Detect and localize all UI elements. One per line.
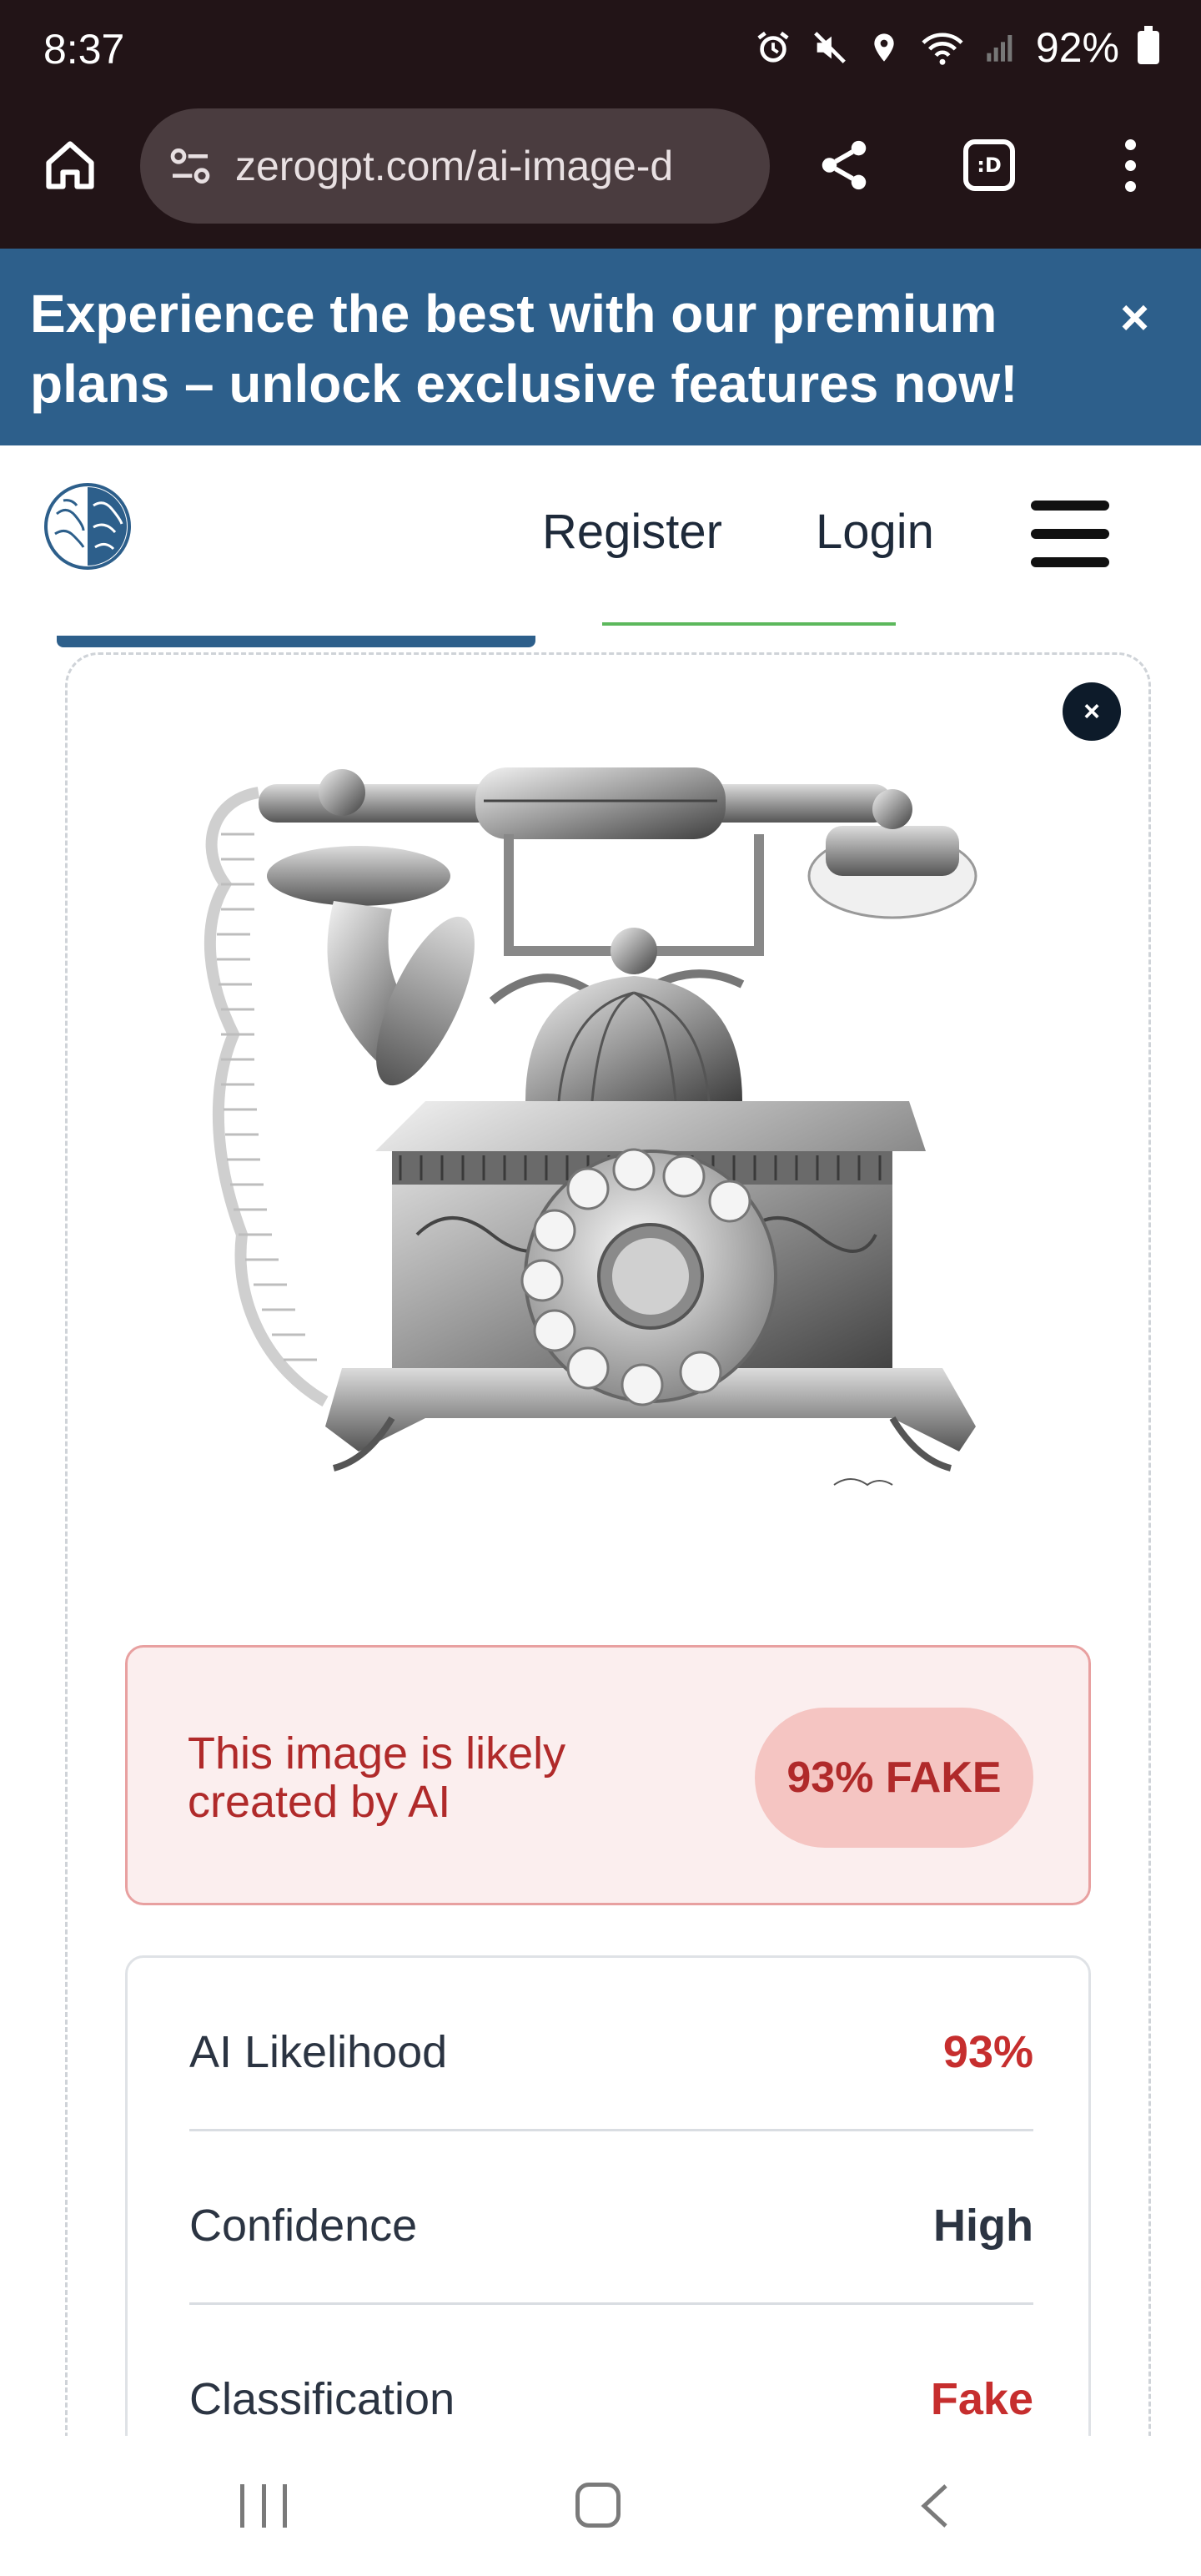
browser-toolbar: zerogpt.com/ai-image-d :D	[0, 100, 1201, 249]
share-icon	[822, 140, 867, 190]
promo-close-button[interactable]: ×	[1120, 289, 1149, 346]
address-bar[interactable]: zerogpt.com/ai-image-d	[140, 108, 770, 224]
active-tab-indicator	[57, 636, 535, 647]
tab-count: :D	[963, 139, 1015, 191]
wifi-icon	[922, 33, 963, 65]
metric-value: Fake	[930, 2374, 1033, 2424]
menu-dot	[1124, 180, 1136, 192]
register-link[interactable]: Register	[542, 504, 722, 560]
hamburger-line	[1031, 501, 1109, 511]
recent-apps-icon[interactable]	[240, 2484, 287, 2528]
premium-promo-banner[interactable]: Experience the best with our premium pla…	[0, 249, 1201, 445]
menu-dot	[1124, 159, 1136, 171]
tab-switcher-button[interactable]: :D	[959, 135, 1019, 195]
verdict-text: This image is likely created by AI	[188, 1728, 566, 1827]
status-time: 8:37	[43, 26, 125, 73]
metric-value: High	[933, 2201, 1033, 2251]
back-icon[interactable]	[917, 2483, 951, 2529]
close-result-button[interactable]: ×	[1063, 682, 1121, 741]
metric-row-confidence: Confidence High	[189, 2131, 1033, 2305]
alarm-icon	[757, 31, 789, 63]
system-nav-bar	[0, 2436, 1201, 2576]
metric-row-ai-likelihood: AI Likelihood 93%	[189, 1958, 1033, 2131]
battery-icon	[1138, 26, 1159, 64]
share-button[interactable]	[811, 132, 877, 199]
hamburger-line	[1031, 529, 1109, 539]
home-icon	[46, 141, 94, 189]
browser-menu-button[interactable]	[1113, 132, 1147, 199]
promo-text: Experience the best with our premium pla…	[30, 284, 1018, 414]
signal-icon	[987, 35, 1013, 62]
recent-bar	[283, 2484, 287, 2528]
mute-icon	[814, 32, 846, 63]
metric-value: 93%	[942, 2027, 1033, 2077]
site-settings-icon	[170, 148, 210, 184]
fake-score-badge: 93% FAKE	[755, 1708, 1033, 1848]
tab-indicator-secondary	[602, 622, 896, 626]
site-header: Register Login	[0, 445, 1201, 612]
home-button[interactable]	[37, 132, 103, 199]
metric-label: AI Likelihood	[189, 2027, 448, 2077]
status-bar: 8:37 92%	[0, 0, 1201, 100]
recent-bar	[240, 2484, 244, 2528]
login-link[interactable]: Login	[816, 504, 934, 560]
battery-level: 92%	[1035, 24, 1119, 71]
url-text: zerogpt.com/ai-image-d	[235, 143, 674, 189]
metric-label: Classification	[189, 2374, 455, 2424]
recent-bar	[261, 2484, 266, 2528]
location-icon	[874, 33, 894, 62]
hamburger-menu-icon[interactable]	[1031, 501, 1109, 567]
hamburger-line	[1031, 557, 1109, 567]
analyzed-image	[204, 767, 977, 1487]
status-icons: 92%	[754, 23, 1159, 72]
home-nav-icon[interactable]	[575, 2483, 621, 2528]
metric-label: Confidence	[189, 2201, 418, 2251]
brain-logo-icon[interactable]	[42, 480, 133, 572]
menu-dot	[1124, 138, 1136, 150]
ai-verdict-box: This image is likely created by AI 93% F…	[125, 1645, 1091, 1905]
